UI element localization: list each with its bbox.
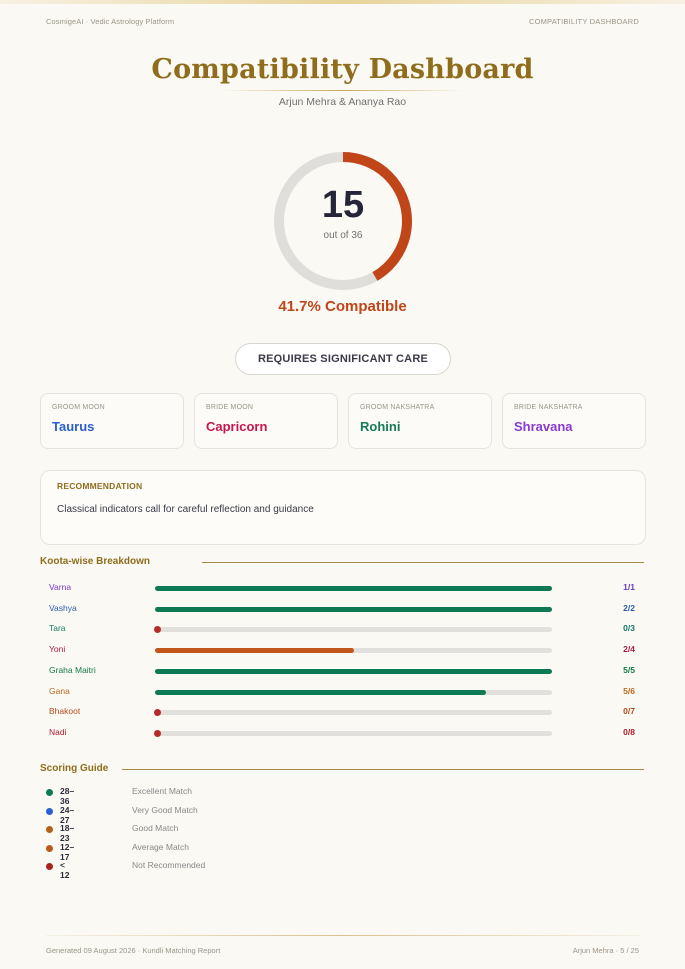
info-card-value: Capricorn: [206, 419, 268, 434]
guide-color-dot: [46, 807, 53, 815]
guide-description: Not Recommended: [132, 860, 206, 870]
koota-bar-zero-dot: [154, 729, 161, 737]
koota-row: Vashya 2/2: [40, 603, 644, 617]
koota-bar-track: [155, 648, 552, 654]
info-card-value: Shravana: [514, 419, 573, 434]
koota-row: Varna 1/1: [40, 582, 644, 596]
koota-score: 0/8: [623, 726, 635, 737]
koota-name: Tara: [49, 623, 66, 634]
koota-bar-track: [154, 626, 552, 634]
info-card: GROOM MOON Taurus: [40, 393, 184, 449]
koota-name: Graha Maitri: [49, 664, 96, 675]
koota-row: Graha Maitri 5/5: [40, 665, 644, 679]
koota-row: Nadi 0/8: [40, 727, 644, 741]
footer-page: Arjun Mehra · 5 / 25: [572, 946, 639, 955]
guide-range: 24–27: [60, 804, 75, 825]
info-card-value: Taurus: [52, 419, 95, 434]
koota-bar-zero-dot: [154, 709, 161, 717]
koota-score: 2/2: [623, 602, 635, 613]
koota-name: Gana: [49, 685, 70, 696]
guide-section-rule: [122, 769, 644, 770]
guide-color-dot: [46, 826, 53, 833]
guide-range: < 12: [60, 860, 70, 880]
koota-name: Vashya: [49, 602, 77, 613]
koota-bar-track: [155, 689, 552, 695]
info-card-label: GROOM NAKSHATRA: [360, 404, 435, 411]
koota-name: Bhakoot: [49, 706, 81, 717]
top-accent-line: [0, 0, 685, 4]
score-max-label: out of 36: [323, 230, 363, 241]
page-title: Compatibility Dashboard: [151, 54, 534, 85]
header-section-title: COMPATIBILITY DASHBOARD: [528, 17, 639, 26]
koota-bar-fill: [155, 586, 552, 591]
guide-color-dot: [46, 789, 53, 796]
guide-description: Average Match: [132, 841, 190, 852]
koota-row: Gana 5/6: [40, 686, 644, 700]
guide-description: Very Good Match: [132, 804, 198, 815]
guide-color-dot: [46, 863, 53, 870]
recommendation-text: Classical indicators call for careful re…: [57, 504, 314, 515]
info-card-label: BRIDE NAKSHATRA: [514, 404, 583, 411]
recommendation-box: RECOMMENDATION Classical indicators call…: [40, 470, 646, 545]
koota-row: Yoni 2/4: [40, 644, 644, 658]
couple-names: Arjun Mehra & Ananya Rao: [278, 96, 407, 108]
koota-bar-track: [155, 586, 552, 591]
score-value: 15: [321, 184, 365, 226]
koota-score: 5/5: [623, 664, 635, 675]
koota-name: Yoni: [49, 644, 66, 655]
koota-bar-fill: [155, 606, 552, 612]
info-card-value: Rohini: [360, 419, 401, 434]
koota-score: 1/1: [623, 582, 635, 592]
koota-name: Nadi: [49, 726, 67, 737]
koota-section-rule: [202, 562, 644, 563]
info-card: BRIDE MOON Capricorn: [194, 393, 338, 449]
koota-bar-fill: [155, 689, 486, 695]
koota-bar-zero-dot: [154, 626, 161, 634]
koota-score: 0/7: [623, 706, 635, 717]
recommendation-label: RECOMMENDATION: [57, 481, 143, 491]
koota-bar-track: [154, 729, 552, 737]
info-card: BRIDE NAKSHATRA Shravana: [502, 393, 646, 449]
guide-range: 28–36: [60, 786, 75, 806]
koota-bar-fill: [155, 648, 354, 654]
title-underline: [220, 90, 465, 91]
verdict-badge: REQUIRES SIGNIFICANT CARE: [235, 343, 451, 375]
koota-score: 2/4: [623, 644, 635, 655]
guide-description: Good Match: [132, 823, 179, 833]
guide-range: 18–23: [60, 823, 75, 843]
koota-name: Varna: [49, 582, 72, 592]
compatibility-percent: 41.7% Compatible: [278, 298, 407, 315]
info-card-label: BRIDE MOON: [206, 404, 254, 411]
guide-color-dot: [46, 844, 53, 852]
footer-generated: Generated 09 August 2026 · Kundli Matchi…: [46, 946, 221, 955]
koota-score: 5/6: [623, 685, 635, 696]
header-brand: CosmigeAI · Vedic Astrology Platform: [46, 17, 175, 26]
koota-row: Bhakoot 0/7: [40, 706, 644, 720]
guide-range: 12–17: [60, 841, 75, 862]
guide-description: Excellent Match: [132, 786, 192, 796]
koota-bar-track: [154, 709, 552, 717]
koota-bar-track: [155, 668, 552, 674]
koota-row: Tara 0/3: [40, 623, 644, 637]
koota-bar-fill: [155, 668, 552, 674]
koota-section-title: Koota-wise Breakdown: [40, 556, 151, 567]
koota-bar-track: [155, 606, 552, 612]
guide-section-title: Scoring Guide: [40, 763, 109, 774]
info-card: GROOM NAKSHATRA Rohini: [348, 393, 492, 449]
info-card-label: GROOM MOON: [52, 404, 105, 411]
footer-rule: [46, 935, 639, 936]
koota-score: 0/3: [623, 623, 635, 634]
